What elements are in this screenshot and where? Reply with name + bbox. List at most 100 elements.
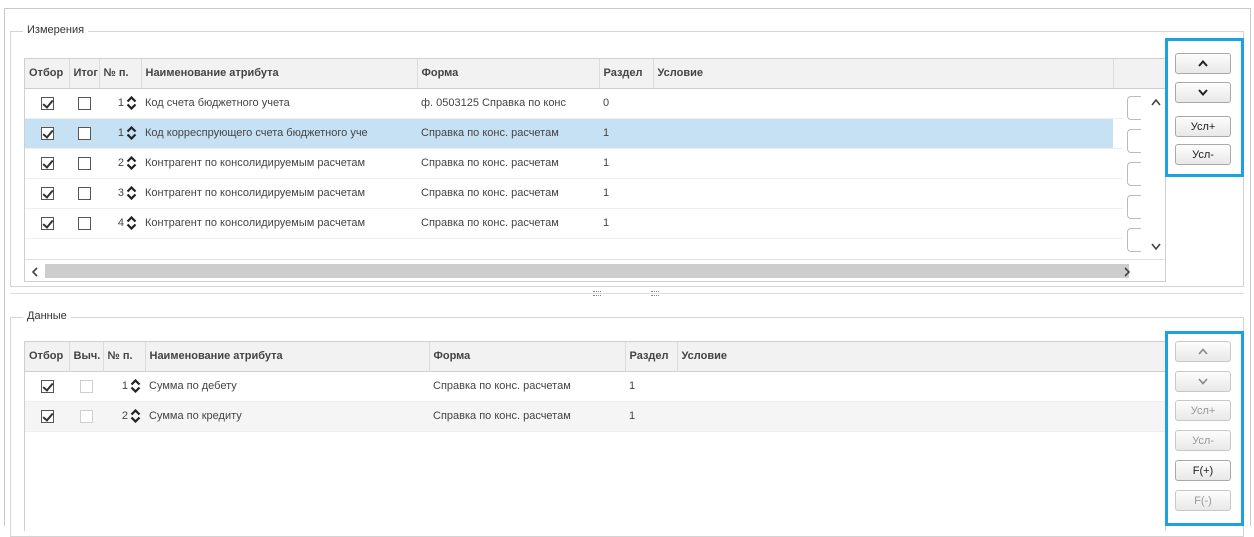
col-header-condition[interactable]: Условие: [653, 59, 1114, 89]
remove-function-button[interactable]: F(-): [1175, 490, 1231, 511]
table-row[interactable]: 3 Контрагент по консолидируемым расчетам С…: [25, 178, 1165, 209]
scroll-left-icon[interactable]: [31, 267, 39, 277]
section-cell[interactable]: 0: [599, 88, 653, 119]
total-checkbox[interactable]: [77, 126, 91, 140]
col-header-section[interactable]: Раздел: [599, 59, 654, 89]
col-header-condition[interactable]: Условие: [677, 342, 1165, 372]
remove-condition-button[interactable]: Усл-: [1175, 430, 1231, 451]
filter-checkbox[interactable]: [40, 126, 54, 140]
row-number: 1: [117, 126, 124, 139]
form-cell[interactable]: Справка по конс. расчетам: [429, 401, 625, 432]
form-cell[interactable]: Справка по конс. расчетам: [417, 178, 599, 209]
reorder-icon[interactable]: [126, 126, 137, 140]
attribute-name-cell[interactable]: Код корреспрующего счета бюджетного уче: [141, 118, 417, 149]
move-down-button[interactable]: [1175, 371, 1231, 392]
col-header-form[interactable]: Форма: [429, 342, 626, 372]
col-header-form[interactable]: Форма: [417, 59, 600, 89]
section-cell[interactable]: 1: [599, 118, 653, 149]
total-checkbox[interactable]: [77, 216, 91, 230]
reorder-icon[interactable]: [130, 409, 141, 423]
condition-row-stub[interactable]: [1127, 228, 1141, 252]
section-cell[interactable]: 1: [599, 208, 653, 239]
move-up-button[interactable]: [1175, 53, 1231, 74]
col-header-num[interactable]: № п.: [99, 59, 142, 89]
form-cell[interactable]: ф. 0503125 Справка по конс: [417, 88, 599, 119]
attribute-name-cell[interactable]: Код счета бюджетного учета: [141, 88, 417, 119]
col-header-attribute-name[interactable]: Наименование атрибута: [145, 342, 430, 372]
remove-condition-button[interactable]: Усл-: [1175, 144, 1231, 165]
section-cell[interactable]: 1: [599, 148, 653, 179]
filter-checkbox[interactable]: [40, 409, 54, 423]
attribute-name-cell[interactable]: Контрагент по консолидируемым расчетам: [141, 178, 417, 209]
col-header-attribute-name[interactable]: Наименование атрибута: [141, 59, 418, 89]
attribute-name-cell[interactable]: Контрагент по консолидируемым расчетам: [141, 148, 417, 179]
form-cell[interactable]: Справка по конс. расчетам: [417, 148, 599, 179]
data-header-row: Отбор Выч. № п. Наименование атрибута Фо…: [25, 342, 1165, 372]
calc-checkbox[interactable]: [79, 379, 93, 393]
scroll-up-icon[interactable]: [1151, 98, 1161, 106]
condition-cell[interactable]: [653, 148, 1113, 179]
total-checkbox[interactable]: [77, 186, 91, 200]
total-checkbox[interactable]: [77, 96, 91, 110]
move-down-button[interactable]: [1175, 82, 1231, 103]
col-header-calc[interactable]: Выч.: [69, 342, 104, 372]
dimensions-horizontal-scrollbar[interactable]: [25, 259, 1165, 281]
reorder-icon[interactable]: [126, 216, 137, 230]
add-condition-button[interactable]: Усл+: [1175, 400, 1231, 421]
attribute-name-cell[interactable]: Сумма по дебету: [145, 371, 429, 402]
reorder-icon[interactable]: [126, 186, 137, 200]
table-row[interactable]: 2 Сумма по кредиту Справка по конс. расчет…: [25, 401, 1165, 432]
add-condition-button[interactable]: Усл+: [1175, 116, 1231, 137]
form-cell[interactable]: Справка по конс. расчетам: [417, 118, 599, 149]
condition-row-stub[interactable]: [1127, 129, 1141, 153]
table-row[interactable]: 1 Код корреспрующего счета бюджетного уче…: [25, 118, 1165, 149]
table-row[interactable]: 1 Сумма по дебету Справка по конс. расчета…: [25, 371, 1165, 402]
col-header-total[interactable]: Итог: [69, 59, 100, 89]
form-cell[interactable]: Справка по конс. расчетам: [417, 208, 599, 239]
scroll-down-icon[interactable]: [1151, 243, 1161, 251]
filter-checkbox[interactable]: [40, 216, 54, 230]
filter-checkbox[interactable]: [40, 186, 54, 200]
section-cell[interactable]: 1: [625, 371, 677, 402]
condition-cell[interactable]: [677, 371, 1165, 402]
total-checkbox[interactable]: [77, 156, 91, 170]
attribute-name-cell[interactable]: Сумма по кредиту: [145, 401, 429, 432]
condition-cell[interactable]: [653, 118, 1113, 149]
move-up-button[interactable]: [1175, 341, 1231, 362]
filter-checkbox[interactable]: [40, 379, 54, 393]
splitter-grip[interactable]: [593, 291, 601, 296]
condition-cell[interactable]: [653, 208, 1113, 239]
scrollbar-thumb[interactable]: [45, 264, 1129, 278]
col-header-filter[interactable]: Отбор: [25, 59, 70, 89]
table-row[interactable]: 4 Контрагент по консолидируемым расчетам С…: [25, 208, 1165, 239]
col-header-section[interactable]: Раздел: [625, 342, 678, 372]
condition-cell[interactable]: [653, 178, 1113, 209]
section-cell[interactable]: 1: [599, 178, 653, 209]
row-number: 1: [121, 379, 128, 392]
row-number: 3: [117, 186, 124, 199]
dimensions-table: Отбор Итог № п. Наименование атрибута Фо…: [24, 58, 1166, 282]
section-cell[interactable]: 1: [625, 401, 677, 432]
condition-cell[interactable]: [653, 88, 1113, 119]
add-function-button[interactable]: F(+): [1175, 460, 1231, 481]
condition-row-stub[interactable]: [1127, 162, 1141, 186]
condition-row-stub[interactable]: [1127, 96, 1141, 120]
table-row[interactable]: 2 Контрагент по консолидируемым расчетам С…: [25, 148, 1165, 179]
condition-row-stub[interactable]: [1127, 195, 1141, 219]
reorder-icon[interactable]: [130, 379, 141, 393]
splitter-grip[interactable]: [651, 291, 659, 296]
reorder-icon[interactable]: [126, 96, 137, 110]
col-header-num[interactable]: № п.: [103, 342, 146, 372]
panel-splitter[interactable]: [10, 291, 1244, 297]
condition-cell[interactable]: [677, 401, 1165, 432]
filter-checkbox[interactable]: [40, 96, 54, 110]
table-row[interactable]: 1 Код счета бюджетного учета ф. 0503125 Сп…: [25, 88, 1165, 119]
filter-checkbox[interactable]: [40, 156, 54, 170]
attribute-name-cell[interactable]: Контрагент по консолидируемым расчетам: [141, 208, 417, 239]
chevron-down-icon: [1198, 89, 1208, 96]
col-header-filter[interactable]: Отбор: [25, 342, 70, 372]
form-cell[interactable]: Справка по конс. расчетам: [429, 371, 625, 402]
reorder-icon[interactable]: [126, 156, 137, 170]
scroll-right-icon[interactable]: [1123, 267, 1131, 277]
calc-checkbox[interactable]: [79, 409, 93, 423]
